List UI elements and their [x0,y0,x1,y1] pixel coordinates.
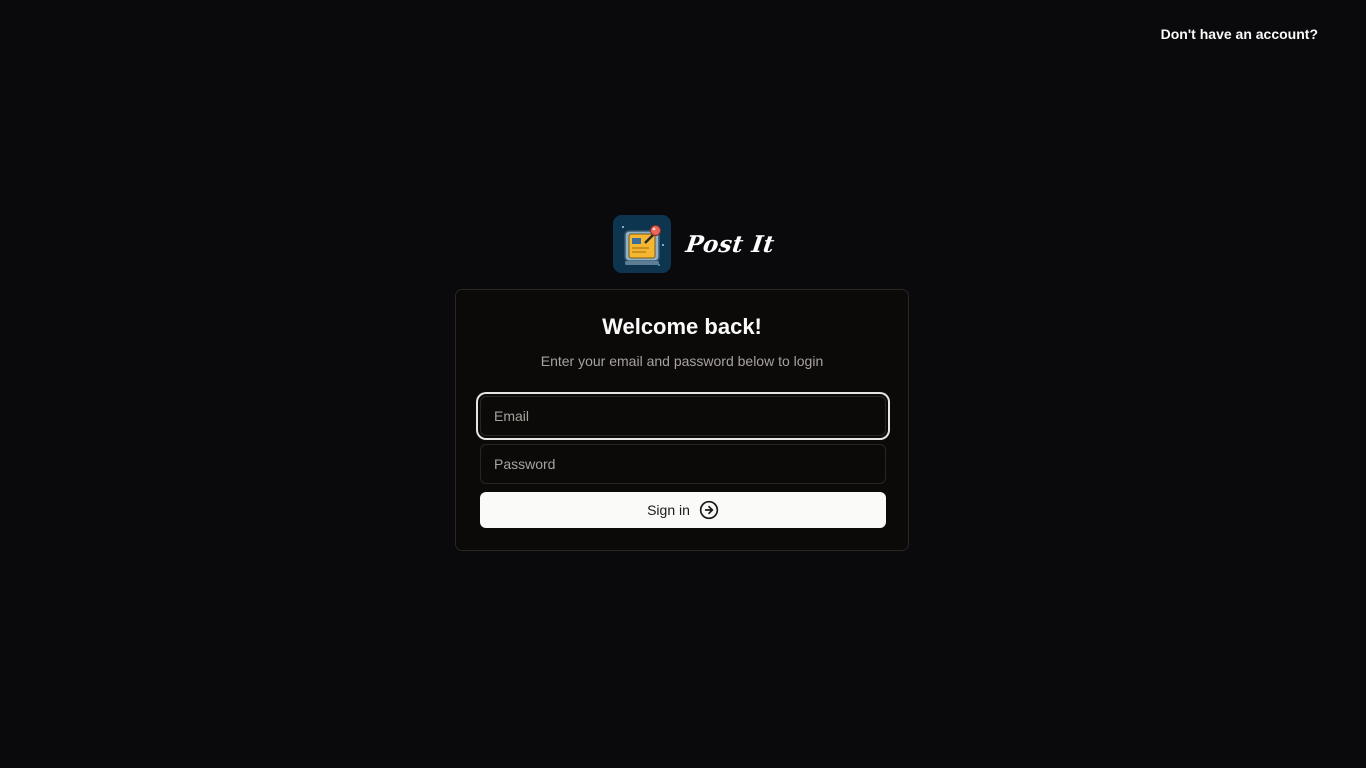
brand-name: Post It [684,230,777,258]
brand: Post It [613,215,777,273]
login-card: Welcome back! Enter your email and passw… [455,289,909,551]
login-title: Welcome back! [602,314,762,339]
sticky-note-logo-icon [613,215,671,273]
sign-in-button[interactable]: Sign in [480,492,886,528]
arrow-right-circle-icon [699,500,719,520]
email-input[interactable] [480,396,886,436]
signup-link[interactable]: Don't have an account? [1161,26,1318,42]
login-page: Don't have an account? Post It Welcome b… [0,0,1366,768]
password-input[interactable] [480,444,886,484]
login-subtitle: Enter your email and password below to l… [540,353,824,369]
sign-in-label: Sign in [647,502,690,518]
